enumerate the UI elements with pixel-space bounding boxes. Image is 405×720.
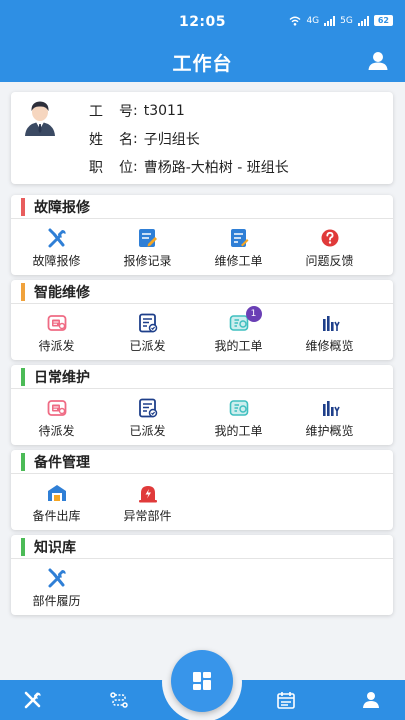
signal-icon-1: [324, 15, 336, 26]
maintenance-overview-button[interactable]: 维护概览: [284, 389, 375, 445]
calendar-icon: [277, 692, 295, 709]
edit-record-icon: [138, 229, 157, 247]
part-history-button[interactable]: 部件履历: [11, 559, 102, 615]
route-icon: [110, 692, 128, 708]
section-fault-repair: 故障报修 故障报修 报修记录 维修工单 问题反馈: [11, 195, 393, 275]
pending-dispatch-button[interactable]: 待派发: [11, 389, 102, 445]
network-label-2: 5G: [340, 15, 353, 26]
section-knowledge-base: 知识库 部件履历: [11, 535, 393, 615]
profile-icon: [363, 692, 379, 708]
section-header: 备件管理: [11, 450, 393, 474]
section-accent-bar: [21, 367, 25, 386]
section-title: 日常维护: [34, 369, 90, 386]
position-row: 职位 : 曹杨路-大柏树 - 班组长: [89, 159, 289, 176]
dispatched-icon: [138, 313, 157, 333]
wrench-screwdriver-icon: [48, 228, 66, 248]
signal-icon-2: [357, 15, 369, 26]
nav-profile[interactable]: [360, 690, 382, 710]
status-bar: 12:05 4G 5G 62: [0, 0, 405, 40]
section-accent-bar: [21, 282, 25, 301]
section-title: 故障报修: [34, 199, 90, 216]
section-header: 日常维护: [11, 365, 393, 389]
nav-tools[interactable]: [22, 690, 44, 710]
employee-id-row: 工号 : t3011: [89, 103, 185, 120]
section-title: 备件管理: [34, 454, 90, 471]
network-label-1: 4G: [306, 15, 320, 26]
dashboard-icon: [193, 672, 211, 690]
repair-overview-button[interactable]: 维修概览: [284, 304, 375, 360]
wifi-icon: [289, 16, 301, 26]
question-icon: [321, 229, 338, 247]
section-header: 故障报修: [11, 195, 393, 219]
abnormal-parts-button[interactable]: 异常部件: [102, 474, 193, 530]
name-row: 姓名 : 子归组长: [89, 131, 200, 148]
user-icon[interactable]: [367, 50, 389, 72]
section-daily-maintenance: 日常维护 待派发 已派发 我的工单 维护概览: [11, 365, 393, 445]
pending-dispatch-icon: [47, 315, 66, 331]
section-accent-bar: [21, 452, 25, 471]
section-header: 智能维修: [11, 280, 393, 304]
fault-report-button[interactable]: 故障报修: [11, 219, 102, 275]
avatar-icon: [25, 101, 55, 136]
section-smart-repair: 智能维修 待派发 已派发 1 我的工单 维修概览: [11, 280, 393, 360]
nav-route[interactable]: [108, 690, 130, 710]
repair-record-button[interactable]: 报修记录: [102, 219, 193, 275]
nav-calendar[interactable]: [275, 690, 297, 710]
section-title: 知识库: [34, 539, 76, 556]
tools-icon: [24, 691, 41, 709]
dispatched-icon: [138, 398, 157, 418]
status-icons: 4G 5G 62: [289, 15, 393, 26]
spare-outbound-button[interactable]: 备件出库: [11, 474, 102, 530]
header: 工作台: [0, 40, 405, 82]
section-accent-bar: [21, 197, 25, 216]
work-order-button[interactable]: 维修工单: [193, 219, 284, 275]
position-value: 曹杨路-大柏树 - 班组长: [143, 160, 289, 176]
section-spare-parts: 备件管理 备件出库 异常部件: [11, 450, 393, 530]
workbench-fab-button[interactable]: [171, 650, 233, 712]
my-orders-icon: [229, 400, 248, 416]
page-title: 工作台: [172, 53, 233, 75]
section-title: 智能维修: [34, 284, 90, 301]
warehouse-icon: [47, 485, 66, 501]
dispatched-button[interactable]: 已派发: [102, 389, 193, 445]
feedback-button[interactable]: 问题反馈: [284, 219, 375, 275]
employee-id-value: t3011: [143, 103, 185, 119]
my-orders-button[interactable]: 我的工单: [193, 389, 284, 445]
dispatched-button[interactable]: 已派发: [102, 304, 193, 360]
battery-icon: 62: [373, 15, 393, 26]
notification-badge: 1: [245, 306, 262, 322]
bar-chart-icon: [322, 316, 340, 331]
my-orders-button[interactable]: 1 我的工单: [193, 304, 284, 360]
name-value: 子归组长: [143, 132, 200, 148]
pending-dispatch-button[interactable]: 待派发: [11, 304, 102, 360]
profile-info: 工号 : t3011 姓名 : 子归组长 职位 : 曹杨路-大柏树 - 班组长: [89, 97, 289, 181]
section-accent-bar: [21, 537, 25, 556]
bar-chart-icon: [322, 401, 340, 416]
section-header: 知识库: [11, 535, 393, 559]
pending-dispatch-icon: [47, 400, 66, 416]
alarm-icon: [138, 486, 157, 503]
work-order-icon: [230, 229, 248, 247]
profile-card: 工号 : t3011 姓名 : 子归组长 职位 : 曹杨路-大柏树 - 班组长: [11, 92, 393, 184]
wrench-screwdriver-icon: [48, 568, 66, 588]
